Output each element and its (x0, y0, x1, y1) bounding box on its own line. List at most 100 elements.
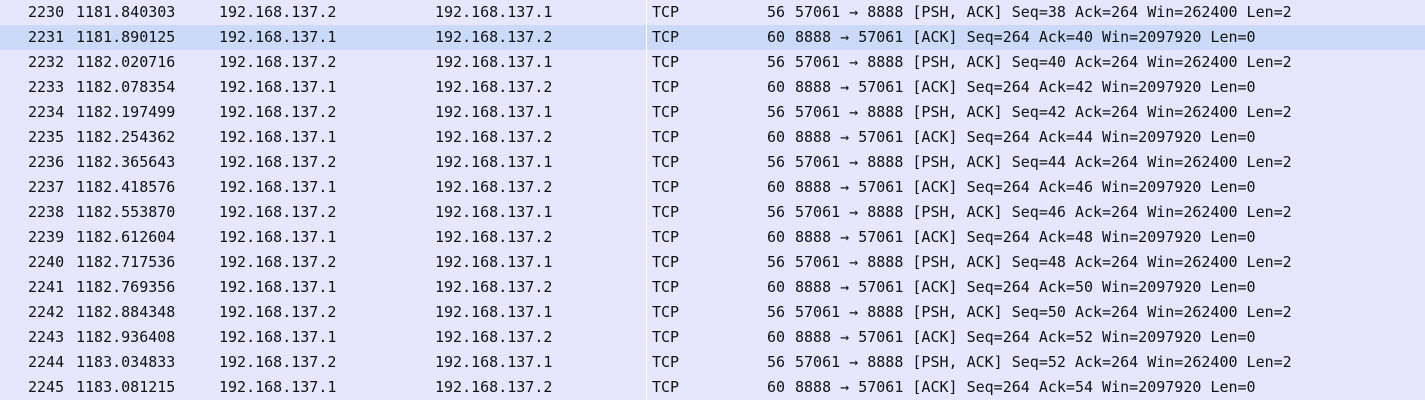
packet-time: 1182.717536 (76, 253, 176, 271)
packet-protocol: TCP (652, 128, 680, 146)
packet-length: 60 (767, 128, 786, 146)
packet-length: 56 (767, 303, 786, 321)
table-row[interactable]: 2235 1182.254362 192.168.137.1 192.168.1… (0, 125, 1425, 150)
packet-time: 1182.418576 (76, 178, 176, 196)
packet-source: 192.168.137.1 (219, 78, 337, 96)
packet-protocol: TCP (652, 303, 680, 321)
table-row[interactable]: 2244 1183.034833 192.168.137.2 192.168.1… (0, 350, 1425, 375)
packet-number: 2230 (28, 3, 65, 21)
packet-source: 192.168.137.2 (219, 3, 337, 21)
packet-number: 2233 (28, 78, 65, 96)
packet-time: 1182.769356 (76, 278, 176, 296)
packet-number: 2243 (28, 328, 65, 346)
packet-time: 1182.553870 (76, 203, 176, 221)
packet-number: 2235 (28, 128, 65, 146)
packet-destination: 192.168.137.1 (435, 3, 553, 21)
packet-time: 1183.081215 (76, 378, 176, 396)
packet-info: 57061 → 8888 [PSH, ACK] Seq=38 Ack=264 W… (795, 3, 1292, 21)
packet-source: 192.168.137.2 (219, 53, 337, 71)
packet-info: 8888 → 57061 [ACK] Seq=264 Ack=48 Win=20… (795, 228, 1256, 246)
packet-protocol: TCP (652, 178, 680, 196)
packet-length: 56 (767, 153, 786, 171)
packet-protocol: TCP (652, 103, 680, 121)
packet-protocol: TCP (652, 328, 680, 346)
packet-length: 56 (767, 3, 786, 21)
table-row[interactable]: 2230 1181.840303 192.168.137.2 192.168.1… (0, 0, 1425, 25)
packet-info: 8888 → 57061 [ACK] Seq=264 Ack=42 Win=20… (795, 78, 1256, 96)
column-divider (646, 0, 647, 400)
table-row[interactable]: 2240 1182.717536 192.168.137.2 192.168.1… (0, 250, 1425, 275)
packet-number: 2232 (28, 53, 65, 71)
table-row[interactable]: 2239 1182.612604 192.168.137.1 192.168.1… (0, 225, 1425, 250)
packet-destination: 192.168.137.1 (435, 303, 553, 321)
packet-info: 57061 → 8888 [PSH, ACK] Seq=44 Ack=264 W… (795, 153, 1292, 171)
packet-source: 192.168.137.1 (219, 328, 337, 346)
packet-destination: 192.168.137.2 (435, 128, 553, 146)
packet-info: 57061 → 8888 [PSH, ACK] Seq=52 Ack=264 W… (795, 353, 1292, 371)
table-row[interactable]: 2243 1182.936408 192.168.137.1 192.168.1… (0, 325, 1425, 350)
packet-info: 57061 → 8888 [PSH, ACK] Seq=50 Ack=264 W… (795, 303, 1292, 321)
packet-source: 192.168.137.2 (219, 153, 337, 171)
packet-protocol: TCP (652, 53, 680, 71)
packet-destination: 192.168.137.2 (435, 178, 553, 196)
packet-destination: 192.168.137.1 (435, 103, 553, 121)
packet-number: 2244 (28, 353, 65, 371)
packet-source: 192.168.137.1 (219, 278, 337, 296)
packet-number: 2239 (28, 228, 65, 246)
packet-protocol: TCP (652, 203, 680, 221)
packet-time: 1182.884348 (76, 303, 176, 321)
packet-info: 8888 → 57061 [ACK] Seq=264 Ack=50 Win=20… (795, 278, 1256, 296)
packet-time: 1182.612604 (76, 228, 176, 246)
packet-time: 1182.365643 (76, 153, 176, 171)
packet-destination: 192.168.137.1 (435, 53, 553, 71)
table-row[interactable]: 2242 1182.884348 192.168.137.2 192.168.1… (0, 300, 1425, 325)
table-row[interactable]: 2238 1182.553870 192.168.137.2 192.168.1… (0, 200, 1425, 225)
packet-length: 60 (767, 28, 786, 46)
packet-time: 1182.078354 (76, 78, 176, 96)
packet-destination: 192.168.137.2 (435, 78, 553, 96)
packet-protocol: TCP (652, 153, 680, 171)
table-row[interactable]: 2233 1182.078354 192.168.137.1 192.168.1… (0, 75, 1425, 100)
table-row[interactable]: 2237 1182.418576 192.168.137.1 192.168.1… (0, 175, 1425, 200)
packet-length: 56 (767, 203, 786, 221)
packet-length: 60 (767, 228, 786, 246)
packet-info: 8888 → 57061 [ACK] Seq=264 Ack=46 Win=20… (795, 178, 1256, 196)
packet-number: 2245 (28, 378, 65, 396)
packet-length: 60 (767, 328, 786, 346)
packet-protocol: TCP (652, 28, 680, 46)
packet-source: 192.168.137.2 (219, 103, 337, 121)
table-row[interactable]: 2245 1183.081215 192.168.137.1 192.168.1… (0, 375, 1425, 400)
table-row[interactable]: 2232 1182.020716 192.168.137.2 192.168.1… (0, 50, 1425, 75)
packet-time: 1182.254362 (76, 128, 176, 146)
packet-info: 57061 → 8888 [PSH, ACK] Seq=46 Ack=264 W… (795, 203, 1292, 221)
packet-time: 1182.197499 (76, 103, 176, 121)
table-row[interactable]: 2236 1182.365643 192.168.137.2 192.168.1… (0, 150, 1425, 175)
packet-source: 192.168.137.1 (219, 378, 337, 396)
packet-list[interactable]: 2230 1181.840303 192.168.137.2 192.168.1… (0, 0, 1425, 400)
packet-destination: 192.168.137.2 (435, 28, 553, 46)
packet-info: 57061 → 8888 [PSH, ACK] Seq=40 Ack=264 W… (795, 53, 1292, 71)
packet-info: 57061 → 8888 [PSH, ACK] Seq=42 Ack=264 W… (795, 103, 1292, 121)
packet-source: 192.168.137.1 (219, 128, 337, 146)
packet-protocol: TCP (652, 353, 680, 371)
packet-source: 192.168.137.1 (219, 28, 337, 46)
packet-info: 8888 → 57061 [ACK] Seq=264 Ack=54 Win=20… (795, 378, 1256, 396)
packet-time: 1182.020716 (76, 53, 176, 71)
packet-number: 2234 (28, 103, 65, 121)
table-row-selected[interactable]: 2231 1181.890125 192.168.137.1 192.168.1… (0, 25, 1425, 50)
packet-number: 2238 (28, 203, 65, 221)
packet-source: 192.168.137.1 (219, 178, 337, 196)
packet-protocol: TCP (652, 253, 680, 271)
table-row[interactable]: 2241 1182.769356 192.168.137.1 192.168.1… (0, 275, 1425, 300)
packet-length: 56 (767, 103, 786, 121)
table-row[interactable]: 2234 1182.197499 192.168.137.2 192.168.1… (0, 100, 1425, 125)
packet-number: 2242 (28, 303, 65, 321)
packet-number: 2240 (28, 253, 65, 271)
packet-time: 1182.936408 (76, 328, 176, 346)
packet-source: 192.168.137.1 (219, 228, 337, 246)
packet-time: 1183.034833 (76, 353, 176, 371)
packet-time: 1181.840303 (76, 3, 176, 21)
packet-info: 8888 → 57061 [ACK] Seq=264 Ack=44 Win=20… (795, 128, 1256, 146)
packet-length: 60 (767, 178, 786, 196)
packet-info: 8888 → 57061 [ACK] Seq=264 Ack=40 Win=20… (795, 28, 1256, 46)
